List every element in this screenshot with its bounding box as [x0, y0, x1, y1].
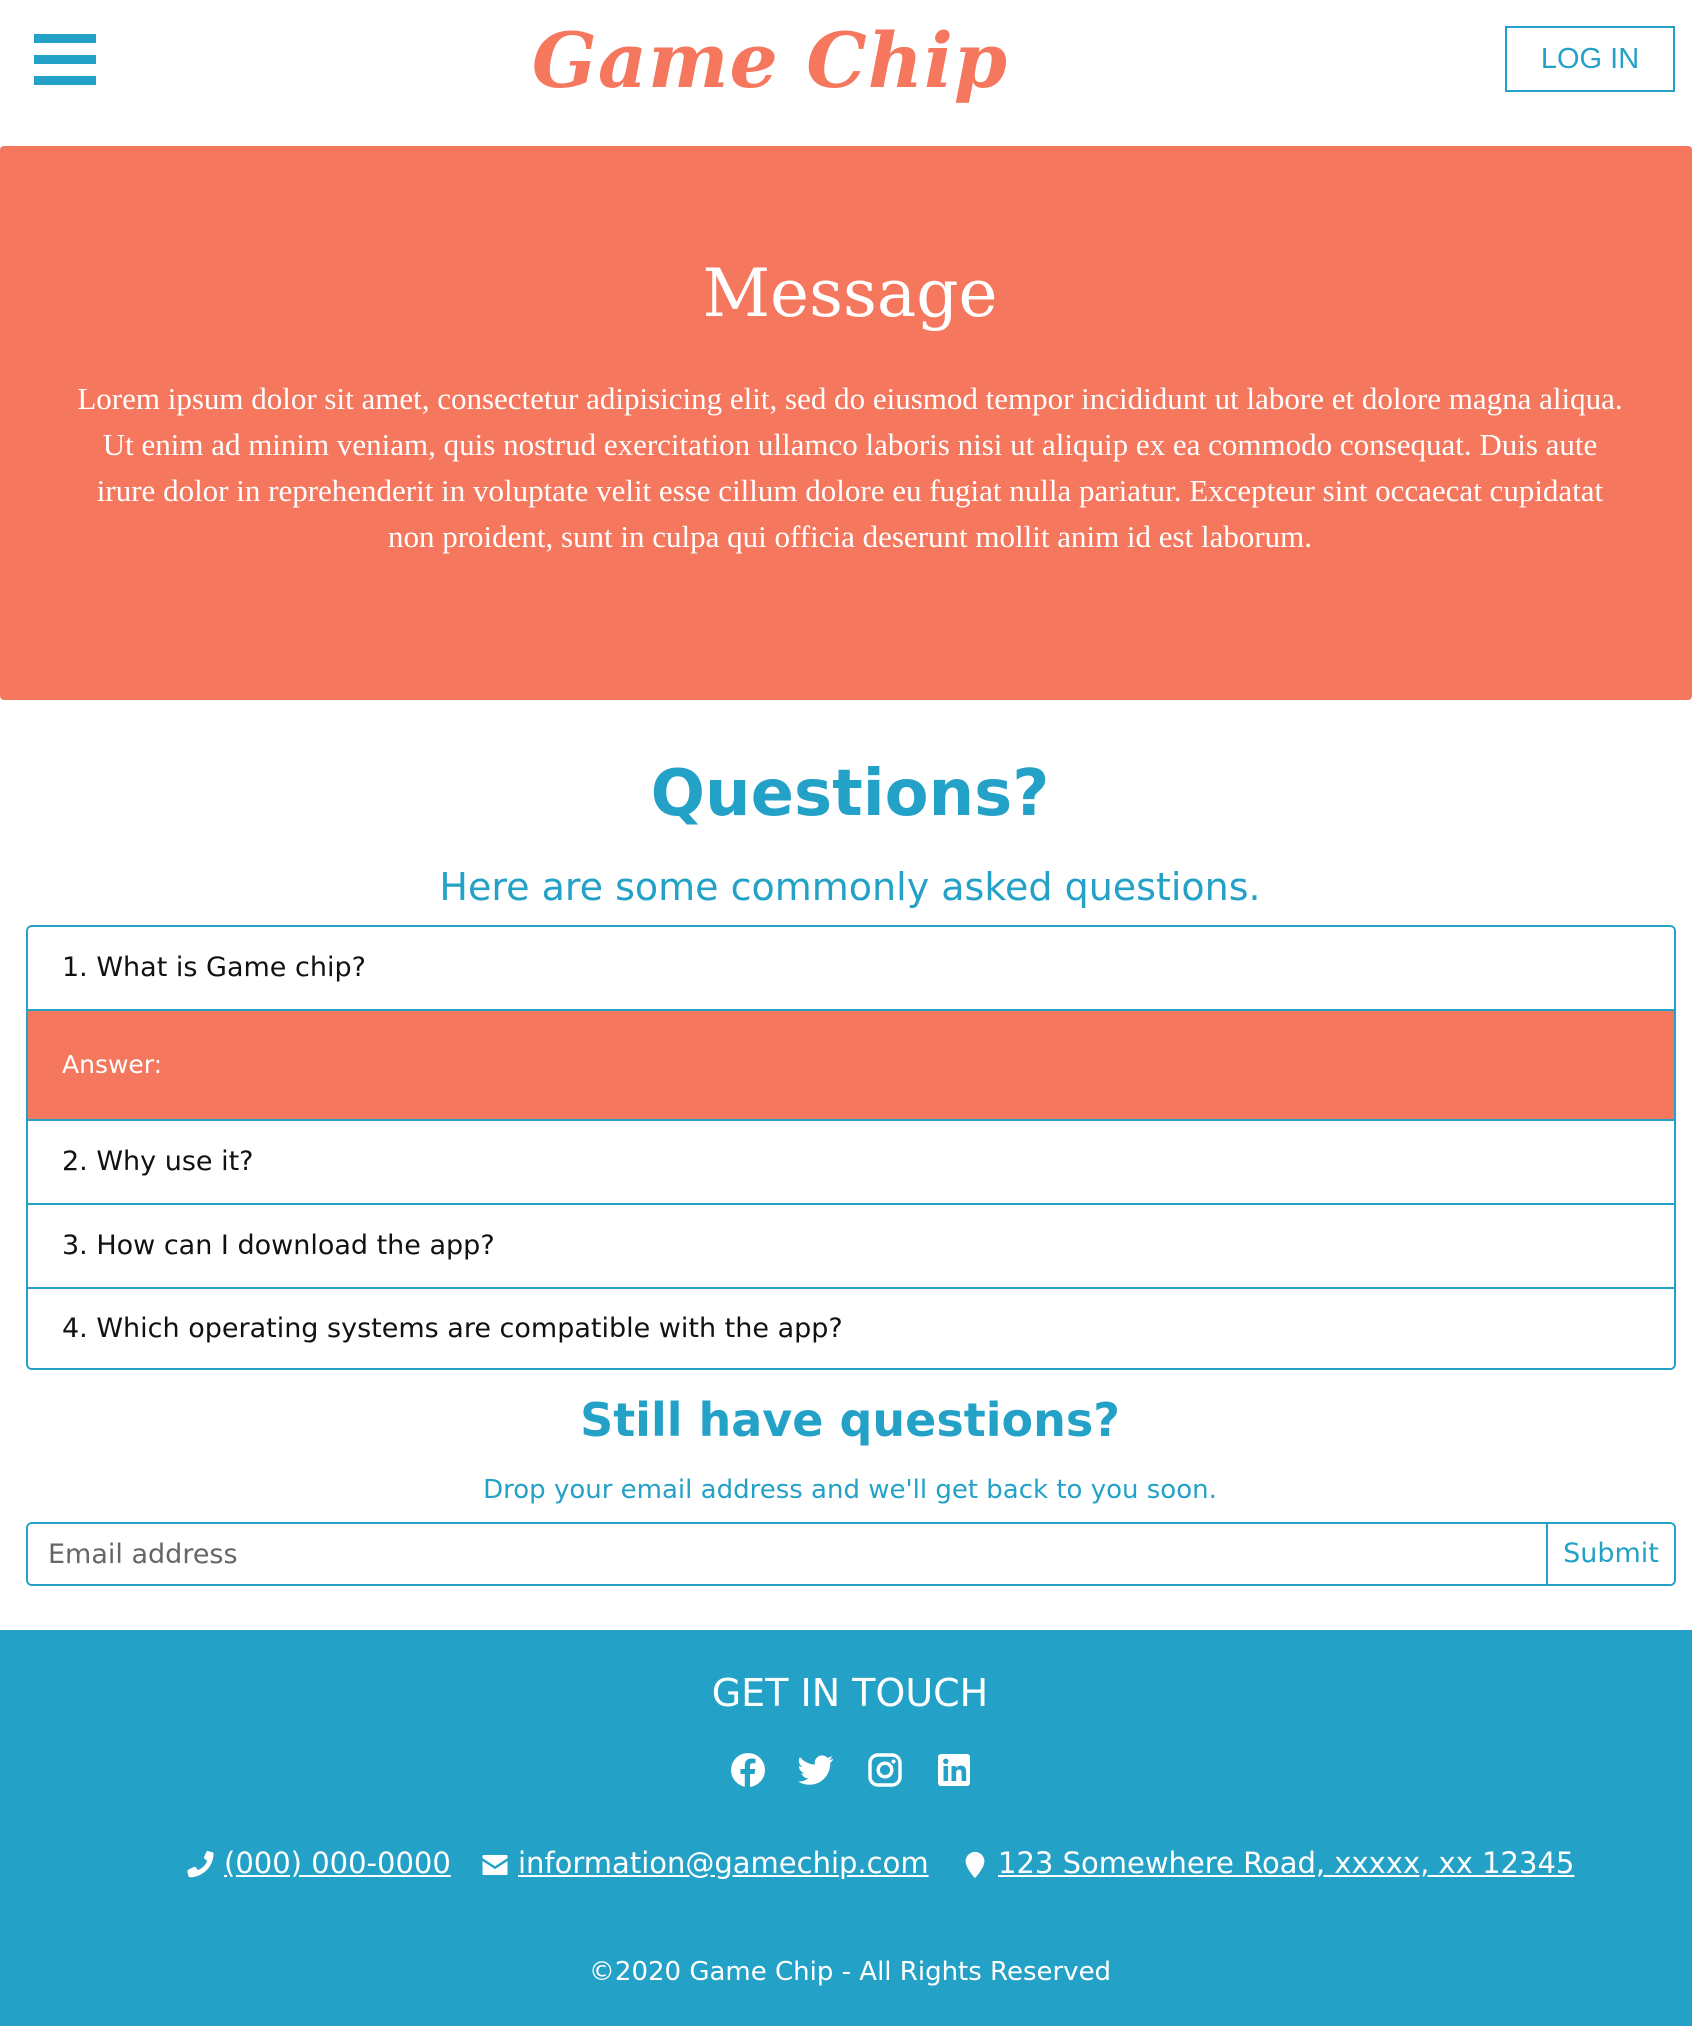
faq-question-4[interactable]: 4. Which operating systems are compatibl… [28, 1289, 1674, 1368]
copyright-text: ©2020 Game Chip - All Rights Reserved [588, 1957, 1112, 1987]
email-link[interactable]: information@gamechip.com [480, 1838, 929, 1888]
contact-row: (000) 000-0000 information@gamechip.com … [0, 1838, 1692, 1888]
faq-question-3[interactable]: 3. How can I download the app? [28, 1205, 1674, 1287]
faq-question-2[interactable]: 2. Why use it? [28, 1121, 1674, 1203]
questions-title: Questions? [650, 757, 1050, 831]
email-input[interactable] [28, 1524, 1546, 1584]
still-questions-title: Still have questions? [580, 1393, 1120, 1447]
facebook-icon[interactable] [730, 1752, 766, 1788]
message-title: Message [702, 255, 998, 332]
faq-question-1[interactable]: 1. What is Game chip? [28, 927, 1674, 1009]
twitter-icon[interactable] [798, 1752, 834, 1788]
login-button[interactable]: LOG IN [1505, 26, 1675, 92]
faq-answer-1: Answer: [28, 1011, 1674, 1119]
site-footer: GET IN TOUCH (000) 000-0000 information@… [0, 1630, 1692, 2026]
site-header: Game Chip LOG IN [0, 0, 1692, 146]
phone-icon [187, 1851, 214, 1878]
email-address: information@gamechip.com [518, 1846, 929, 1880]
street-address: 123 Somewhere Road, xxxxx, xx 12345 [998, 1846, 1575, 1880]
site-logo[interactable]: Game Chip [0, 6, 1540, 116]
questions-subtitle: Here are some commonly asked questions. [439, 865, 1261, 909]
instagram-icon[interactable] [867, 1752, 903, 1788]
still-questions-subtitle: Drop your email address and we'll get ba… [483, 1475, 1217, 1505]
submit-button[interactable]: Submit [1546, 1524, 1674, 1584]
map-pin-icon [965, 1851, 985, 1879]
email-form: Submit [26, 1522, 1676, 1586]
envelope-icon [482, 1855, 508, 1875]
get-in-touch-title: GET IN TOUCH [711, 1671, 989, 1715]
linkedin-icon[interactable] [936, 1752, 972, 1788]
phone-link[interactable]: (000) 000-0000 [186, 1838, 451, 1888]
faq-accordion: 1. What is Game chip? Answer: 2. Why use… [26, 925, 1676, 1370]
message-text: Lorem ipsum dolor sit amet, consectetur … [77, 381, 1623, 554]
message-hero: Message Lorem ipsum dolor sit amet, cons… [0, 146, 1692, 700]
phone-number: (000) 000-0000 [224, 1846, 451, 1880]
address-link[interactable]: 123 Somewhere Road, xxxxx, xx 12345 [960, 1838, 1574, 1888]
